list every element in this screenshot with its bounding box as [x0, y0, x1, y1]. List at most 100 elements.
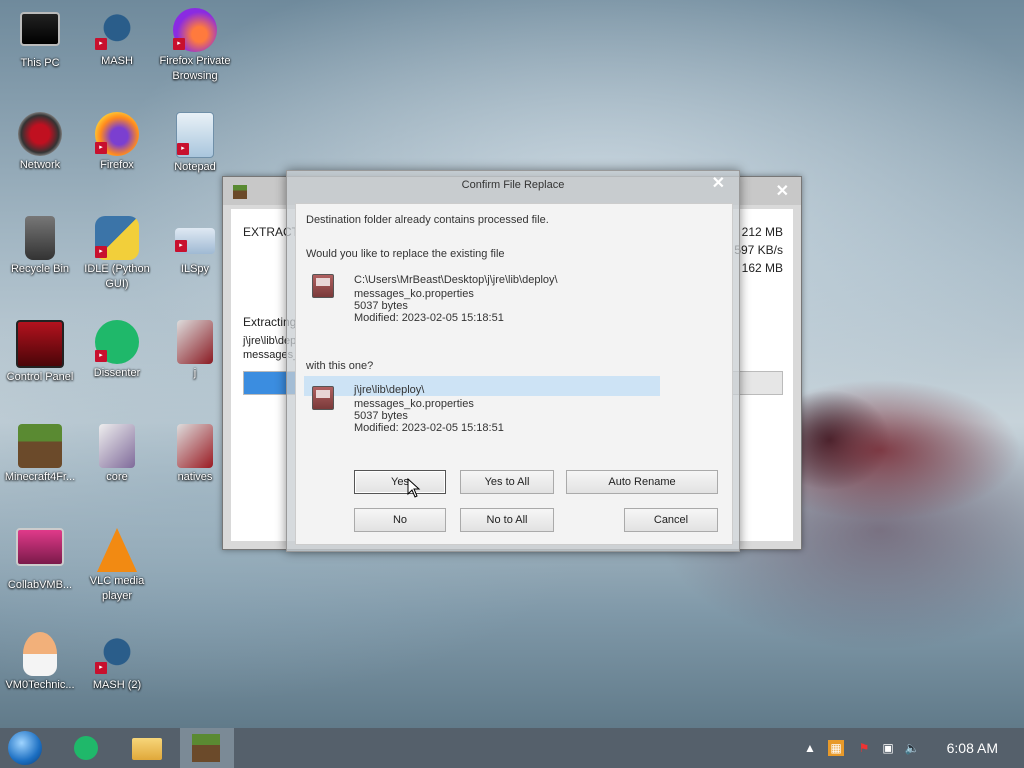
desktop-icon-label: MASH [101, 55, 133, 67]
desktop-icon-label: natives [177, 471, 213, 483]
python-icon: ▸ [95, 216, 139, 260]
no-to-all-button[interactable]: No to All [460, 508, 554, 532]
taskbar-dissenter[interactable] [60, 728, 110, 768]
incoming-file-icon [312, 386, 334, 410]
desktop-icon-vlc[interactable]: VLC media player [79, 528, 155, 604]
shortcut-badge-icon: ▸ [95, 142, 107, 154]
desktop-icon-idle[interactable]: ▸ IDLE (Python GUI) [79, 216, 155, 292]
desktop-icon-label: This PC [20, 57, 60, 69]
dialog-message: Destination folder already contains proc… [306, 214, 549, 226]
desktop-icon-label: VM0Technic... [5, 679, 75, 691]
desktop-icon-label: Recycle Bin [10, 263, 70, 275]
firefox-private-icon: ▸ [173, 8, 217, 52]
desktop-icon-label: core [106, 471, 128, 483]
existing-file-icon [312, 274, 334, 298]
network-icon [18, 112, 62, 156]
with-this-label: with this one? [306, 360, 374, 372]
shortcut-badge-icon: ▸ [95, 246, 107, 258]
desktop-icon-label: Firefox Private Browsing [159, 55, 231, 82]
taskbar-clock[interactable]: 6:08 AM [947, 740, 998, 756]
notepad-icon: ▸ [176, 112, 214, 158]
desktop-icon-label: ILSpy [180, 263, 210, 275]
taskbar: ▲ ▦ ⚑ ▣ 🔈 6:08 AM [0, 728, 1024, 768]
desktop-icon-control-panel[interactable]: Control Panel [2, 320, 78, 385]
desktop-icon-label: Dissenter [93, 367, 141, 379]
total-size-value: 212 MB [741, 225, 783, 239]
taskbar-file-explorer[interactable] [122, 728, 172, 768]
folder-icon [177, 424, 213, 468]
desktop-icon-firefox[interactable]: ▸ Firefox [79, 112, 155, 173]
vlc-cone-icon [97, 528, 137, 572]
dissenter-icon: ▸ [95, 320, 139, 364]
firefox-icon: ▸ [95, 112, 139, 156]
recycle-bin-icon [25, 216, 55, 260]
desktop-icon-vm0technic[interactable]: VM0Technic... [2, 632, 78, 693]
desktop-icon-notepad[interactable]: ▸ Notepad [157, 112, 233, 175]
desktop-icon-core[interactable]: core [79, 424, 155, 485]
start-button[interactable] [0, 728, 54, 768]
desktop-icon-mash[interactable]: ▸ MASH [79, 8, 155, 69]
folder-icon [132, 738, 162, 760]
shortcut-badge-icon: ▸ [95, 662, 107, 674]
desktop-icon-label: Network [19, 159, 61, 171]
close-icon[interactable]: ✕ [776, 181, 789, 201]
shortcut-badge-icon: ▸ [175, 240, 187, 252]
desktop-icon-label: VLC media player [89, 575, 145, 602]
processed-size-value: 162 MB [741, 261, 783, 275]
desktop-icon-label: j [193, 367, 197, 379]
person-icon [23, 632, 57, 676]
ilspy-icon: ▸ [175, 228, 215, 254]
no-button[interactable]: No [354, 508, 446, 532]
app-icon [233, 185, 247, 199]
control-panel-icon [16, 320, 64, 368]
desktop-icon-label: CollabVMB... [7, 579, 73, 591]
shortcut-badge-icon: ▸ [173, 38, 185, 50]
incoming-file-size: 5037 bytes [354, 410, 408, 422]
minecraft-icon [18, 424, 62, 468]
spy-hat-icon: ▸ [95, 8, 139, 52]
network-icon[interactable]: ▣ [880, 740, 896, 756]
incoming-file-modified: Modified: 2023-02-05 15:18:51 [354, 422, 504, 434]
shortcut-badge-icon: ▸ [95, 38, 107, 50]
desktop-icon-label: Firefox [100, 159, 134, 171]
desktop-icon-dissenter[interactable]: ▸ Dissenter [79, 320, 155, 381]
desktop-icon-collabvm[interactable]: CollabVMB... [2, 528, 78, 593]
taskbar-minecraft[interactable] [180, 728, 234, 768]
folder-icon [99, 424, 135, 468]
dialog-title: Confirm File Replace [461, 179, 565, 191]
existing-file-path: C:\Users\MrBeast\Desktop\j\jre\lib\deplo… [354, 274, 558, 286]
existing-file-modified: Modified: 2023-02-05 15:18:51 [354, 312, 504, 324]
shortcut-badge-icon: ▸ [95, 350, 107, 362]
speed-value: 597 KB/s [734, 243, 783, 257]
dialog-content: Destination folder already contains proc… [295, 203, 733, 545]
desktop-icon-minecraft[interactable]: Minecraft4Fr... [2, 424, 78, 485]
mouse-cursor-icon [407, 478, 421, 498]
action-center-flag-icon[interactable]: ⚑ [856, 740, 872, 756]
desktop-icon-this-pc[interactable]: This PC [2, 8, 78, 71]
collabvm-icon [16, 528, 64, 566]
existing-file-name: messages_ko.properties [354, 288, 474, 300]
desktop-icon-label: Control Panel [6, 371, 74, 383]
yes-button[interactable]: Yes [354, 470, 446, 494]
dialog-question: Would you like to replace the existing f… [306, 248, 505, 260]
desktop-icon-network[interactable]: Network [2, 112, 78, 173]
minecraft-icon [192, 734, 220, 762]
desktop-icon-label: IDLE (Python GUI) [84, 263, 150, 290]
desktop-icon-label: MASH (2) [92, 679, 142, 691]
folder-icon [177, 320, 213, 364]
yes-to-all-button[interactable]: Yes to All [460, 470, 554, 494]
start-orb-icon [8, 731, 42, 765]
desktop-icon-recycle-bin[interactable]: Recycle Bin [2, 216, 78, 277]
confirm-file-replace-dialog: Confirm File Replace ✕ Destination folde… [286, 170, 740, 552]
dialog-close-icon[interactable]: ✕ [712, 173, 725, 193]
cancel-button[interactable]: Cancel [624, 508, 718, 532]
shortcut-badge-icon: ▸ [177, 143, 189, 155]
existing-file-size: 5037 bytes [354, 300, 408, 312]
auto-rename-button[interactable]: Auto Rename [566, 470, 718, 494]
desktop-icon-firefox-private[interactable]: ▸ Firefox Private Browsing [157, 8, 233, 84]
show-hidden-icons-chevron-icon[interactable]: ▲ [802, 740, 818, 756]
desktop-icon-mash-2[interactable]: ▸ MASH (2) [79, 632, 155, 693]
tray-app-icon[interactable]: ▦ [828, 740, 844, 756]
dissenter-icon [74, 736, 98, 760]
volume-icon[interactable]: 🔈 [904, 740, 920, 756]
